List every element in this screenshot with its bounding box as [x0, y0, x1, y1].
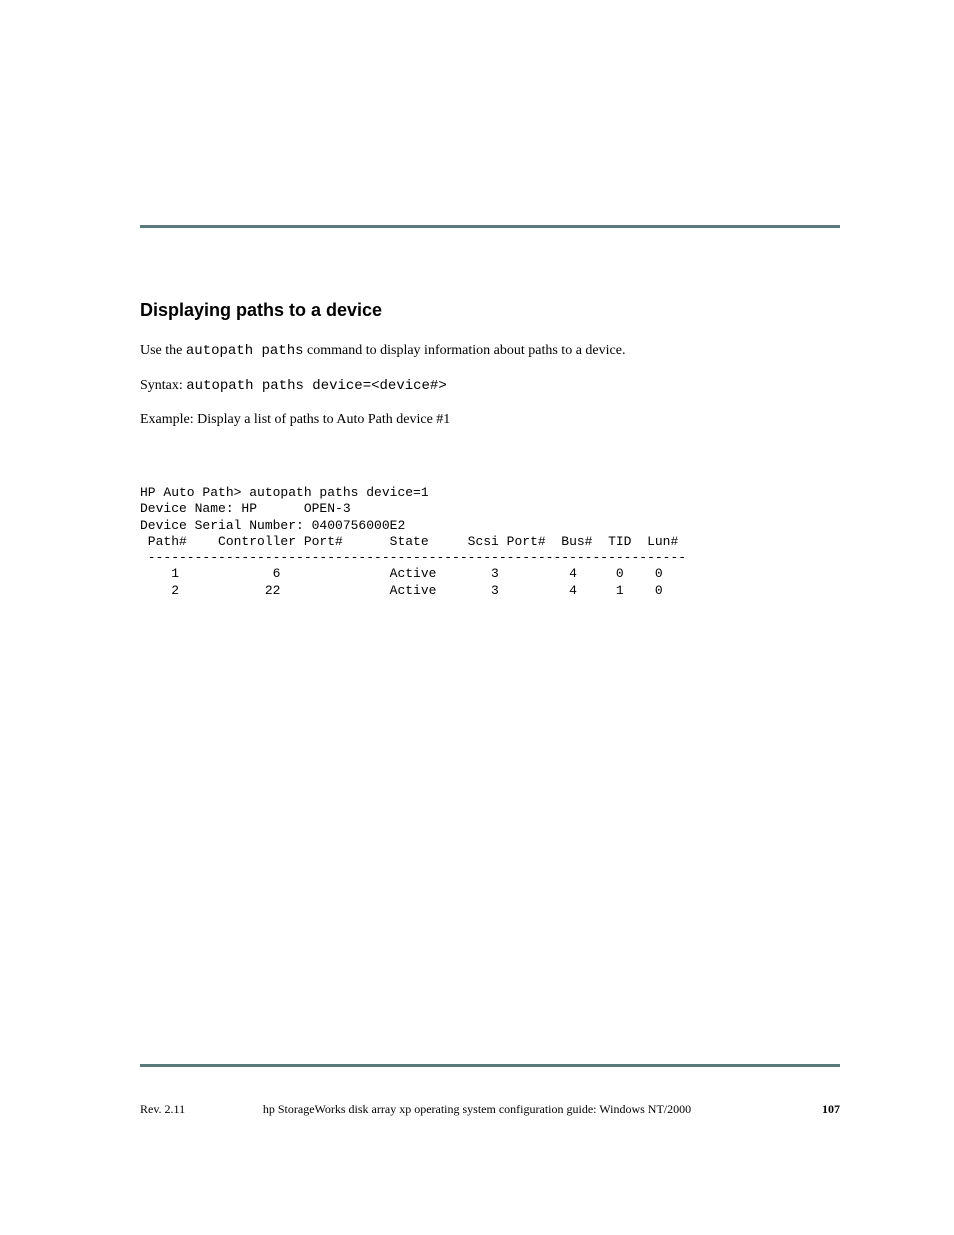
- paragraph-example: Example: Display a list of paths to Auto…: [140, 409, 840, 431]
- intro-suffix: command to display information about pat…: [304, 343, 626, 358]
- section-title: Displaying paths to a device: [140, 300, 382, 321]
- console-output: HP Auto Path> autopath paths device=1 De…: [140, 485, 686, 599]
- example-text: Display a list of paths to Auto Path dev…: [197, 412, 450, 427]
- syntax-label: Syntax:: [140, 378, 183, 393]
- top-divider: [140, 225, 840, 228]
- bottom-divider: [140, 1064, 840, 1067]
- intro-prefix: Use the: [140, 343, 186, 358]
- example-label: Example:: [140, 412, 194, 427]
- syntax-code: autopath paths device=<device#>: [186, 378, 446, 394]
- paragraph-intro: Use the autopath paths command to displa…: [140, 340, 840, 363]
- footer-title: hp StorageWorks disk array xp operating …: [0, 1102, 954, 1117]
- footer-page-number: 107: [822, 1102, 840, 1117]
- page: Displaying paths to a device Use the aut…: [0, 0, 954, 1235]
- body-text: Use the autopath paths command to displa…: [140, 340, 840, 443]
- intro-code: autopath paths: [186, 343, 304, 359]
- paragraph-syntax: Syntax: autopath paths device=<device#>: [140, 375, 840, 398]
